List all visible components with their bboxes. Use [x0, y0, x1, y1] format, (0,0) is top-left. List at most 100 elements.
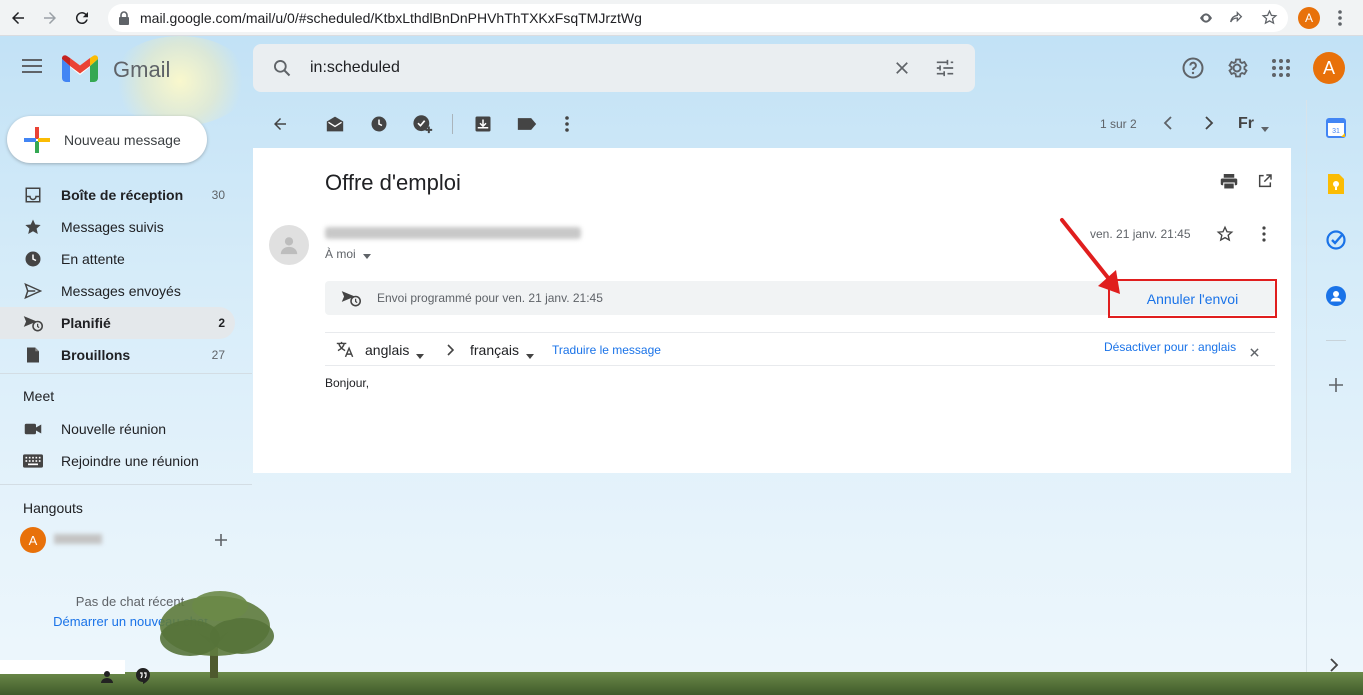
sidebar-item-label: En attente — [61, 251, 125, 267]
snooze-clock-icon[interactable] — [367, 112, 391, 136]
chevron-down-icon[interactable] — [416, 346, 424, 364]
sidebar-item-inbox[interactable]: Boîte de réception 30 — [0, 179, 235, 211]
reload-icon[interactable] — [70, 6, 94, 30]
compose-plus-icon — [24, 126, 50, 153]
message-more-icon[interactable] — [1262, 226, 1266, 247]
account-avatar[interactable]: A — [1313, 52, 1345, 84]
add-to-tasks-icon[interactable] — [411, 112, 435, 136]
message-subject: Offre d'emploi — [325, 170, 461, 195]
compose-button[interactable]: Nouveau message — [7, 116, 207, 163]
sidebar-item-label: Brouillons — [61, 347, 131, 363]
scheduled-send-icon — [23, 314, 43, 332]
eye-icon[interactable] — [1198, 10, 1214, 31]
search-input[interactable]: in:scheduled — [310, 59, 400, 77]
scheduled-send-text: Envoi programmé pour ven. 21 janv. 21:45 — [377, 291, 603, 305]
forward-arrow-icon[interactable] — [38, 6, 62, 30]
side-panel-divider — [1326, 340, 1346, 341]
keep-notes-icon[interactable] — [1325, 173, 1347, 195]
search-icon[interactable] — [272, 58, 292, 83]
add-chat-plus-icon[interactable] — [214, 533, 228, 552]
contacts-tab-icon[interactable] — [100, 670, 114, 689]
gmail-logo-icon[interactable] — [62, 55, 98, 87]
sidebar-item-starred[interactable]: Messages suivis — [0, 211, 235, 243]
sidebar-divider — [0, 373, 252, 374]
cancel-send-button[interactable]: Annuler l'envoi — [1108, 279, 1277, 318]
sidebar-item-snoozed[interactable]: En attente — [0, 243, 235, 275]
chevron-right-icon — [446, 343, 455, 361]
join-meeting-link[interactable]: Rejoindre une réunion — [0, 445, 235, 477]
source-language-select[interactable]: anglais — [365, 342, 409, 358]
share-icon[interactable] — [1228, 10, 1244, 31]
video-camera-icon — [23, 422, 43, 436]
sidebar-item-sent[interactable]: Messages envoyés — [0, 275, 235, 307]
toolbar-separator — [452, 114, 453, 134]
apps-grid-icon[interactable] — [1272, 59, 1290, 82]
compose-label: Nouveau message — [64, 131, 181, 148]
svg-text:31: 31 — [1332, 128, 1340, 135]
hangouts-user-avatar[interactable]: A — [20, 527, 46, 553]
message-body: Bonjour, — [325, 376, 370, 390]
target-language-select[interactable]: français — [470, 342, 519, 358]
sidebar-item-count: 2 — [218, 316, 225, 330]
theme-tree — [150, 588, 280, 678]
annotation-arrow — [1058, 216, 1128, 303]
input-language-selector[interactable]: Fr — [1238, 115, 1254, 133]
send-icon — [23, 282, 43, 300]
tasks-icon[interactable] — [1325, 229, 1347, 251]
back-to-list-icon[interactable] — [268, 112, 292, 136]
sidebar-item-label: Planifié — [61, 315, 111, 331]
pagination-text: 1 sur 2 — [1100, 117, 1137, 131]
browser-menu-icon[interactable] — [1337, 9, 1343, 32]
hangouts-tab-icon[interactable] — [136, 668, 150, 689]
star-message-icon[interactable] — [1216, 225, 1234, 248]
chevron-down-icon[interactable] — [526, 346, 534, 364]
add-addon-plus-icon[interactable] — [1325, 374, 1347, 396]
previous-page-chevron-icon[interactable] — [1162, 116, 1174, 135]
join-meeting-label: Rejoindre une réunion — [61, 453, 199, 469]
search-options-icon[interactable] — [935, 59, 955, 82]
sidebar-item-drafts[interactable]: Brouillons 27 — [0, 339, 235, 371]
help-icon[interactable] — [1181, 56, 1205, 85]
hangouts-user-name-redacted — [54, 534, 102, 544]
open-in-new-window-icon[interactable] — [1257, 173, 1273, 194]
sidebar-item-label: Messages envoyés — [61, 283, 181, 299]
chevron-down-icon — [363, 248, 372, 262]
main-menu-icon[interactable] — [22, 58, 42, 79]
print-icon[interactable] — [1220, 173, 1238, 195]
sidebar-divider — [0, 484, 252, 485]
next-page-chevron-icon[interactable] — [1203, 116, 1215, 135]
settings-gear-icon[interactable] — [1225, 56, 1249, 85]
recipient-dropdown[interactable]: À moi — [325, 247, 372, 262]
sender-avatar[interactable] — [269, 225, 309, 265]
lock-icon — [118, 11, 130, 30]
url-text[interactable]: mail.google.com/mail/u/0/#scheduled/Ktbx… — [140, 10, 642, 26]
sidebar-item-scheduled[interactable]: Planifié 2 — [0, 307, 235, 339]
back-arrow-icon[interactable] — [6, 6, 30, 30]
app-name[interactable]: Gmail — [113, 57, 170, 83]
contacts-icon[interactable] — [1325, 285, 1347, 307]
more-actions-icon[interactable] — [555, 112, 579, 136]
mark-unread-icon[interactable] — [323, 112, 347, 136]
translate-icon — [336, 340, 355, 363]
keyboard-icon — [23, 454, 43, 468]
new-meeting-link[interactable]: Nouvelle réunion — [0, 413, 235, 445]
recipient-label: À moi — [325, 247, 356, 261]
sidebar-item-label: Messages suivis — [61, 219, 164, 235]
meet-section-title: Meet — [23, 388, 55, 404]
sidebar-item-count: 30 — [211, 188, 225, 202]
language-dropdown-icon[interactable] — [1261, 119, 1269, 137]
hangouts-section-title: Hangouts — [23, 500, 83, 516]
new-meeting-label: Nouvelle réunion — [61, 421, 167, 437]
bookmark-star-icon[interactable] — [1261, 9, 1278, 31]
translate-message-link[interactable]: Traduire le message — [552, 343, 661, 357]
disable-translation-link[interactable]: Désactiver pour : anglais — [1104, 340, 1236, 354]
close-icon[interactable] — [1250, 344, 1259, 362]
sender-name-redacted — [325, 227, 581, 239]
browser-profile-avatar[interactable]: A — [1298, 7, 1320, 29]
star-icon — [23, 218, 43, 236]
sidebar-item-count: 27 — [211, 348, 225, 362]
move-to-icon[interactable] — [471, 112, 495, 136]
label-icon[interactable] — [515, 112, 539, 136]
clear-search-icon[interactable] — [893, 59, 911, 82]
calendar-icon[interactable]: 31 — [1325, 117, 1347, 139]
